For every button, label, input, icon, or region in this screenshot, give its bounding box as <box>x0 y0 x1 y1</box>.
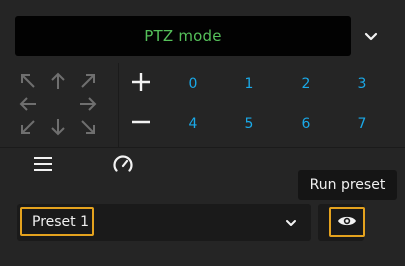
plus-icon <box>131 72 151 96</box>
arrow-down-right-icon[interactable] <box>76 115 100 139</box>
zoom-in-button[interactable] <box>120 64 162 104</box>
zoom-out-button[interactable] <box>120 104 162 144</box>
preset-select-value[interactable]: Preset 1 <box>20 207 94 236</box>
ptz-joystick <box>0 63 118 147</box>
arrow-down-left-icon[interactable] <box>16 115 40 139</box>
tooltip-text: Run preset <box>309 177 386 193</box>
arrow-up-right-icon[interactable] <box>76 69 100 93</box>
preset-number-button-1[interactable]: 1 <box>234 72 264 96</box>
divider-horizontal <box>0 147 405 148</box>
arrow-up-left-icon[interactable] <box>16 69 40 93</box>
arrow-up-icon[interactable] <box>46 69 70 93</box>
preset-number-button-5[interactable]: 5 <box>234 112 264 136</box>
preset-number-button-6[interactable]: 6 <box>291 112 321 136</box>
preset-number-button-2[interactable]: 2 <box>291 72 321 96</box>
mode-dropdown[interactable]: PTZ mode <box>15 16 351 56</box>
chevron-down-icon <box>364 27 378 46</box>
preset-select-chevron[interactable] <box>280 210 302 232</box>
run-preset-button[interactable] <box>329 207 365 237</box>
divider-vertical <box>118 63 119 147</box>
mode-dropdown-value: PTZ mode <box>144 27 222 45</box>
run-preset-tooltip: Run preset <box>298 170 397 200</box>
arrow-right-icon[interactable] <box>76 92 100 116</box>
speed-button[interactable] <box>108 154 138 178</box>
menu-button[interactable] <box>28 154 58 178</box>
mode-dropdown-chevron-button[interactable] <box>355 24 387 48</box>
preset-number-button-4[interactable]: 4 <box>178 112 208 136</box>
chevron-down-icon <box>285 212 297 231</box>
arrow-left-icon[interactable] <box>16 92 40 116</box>
minus-icon <box>131 112 151 136</box>
preset-select-label: Preset 1 <box>32 213 90 230</box>
hamburger-menu-icon <box>33 156 53 176</box>
arrow-down-icon[interactable] <box>46 115 70 139</box>
eye-icon <box>337 213 357 232</box>
speedometer-icon <box>112 154 134 178</box>
preset-number-button-7[interactable]: 7 <box>347 112 377 136</box>
preset-number-button-3[interactable]: 3 <box>347 72 377 96</box>
preset-number-button-0[interactable]: 0 <box>178 72 208 96</box>
